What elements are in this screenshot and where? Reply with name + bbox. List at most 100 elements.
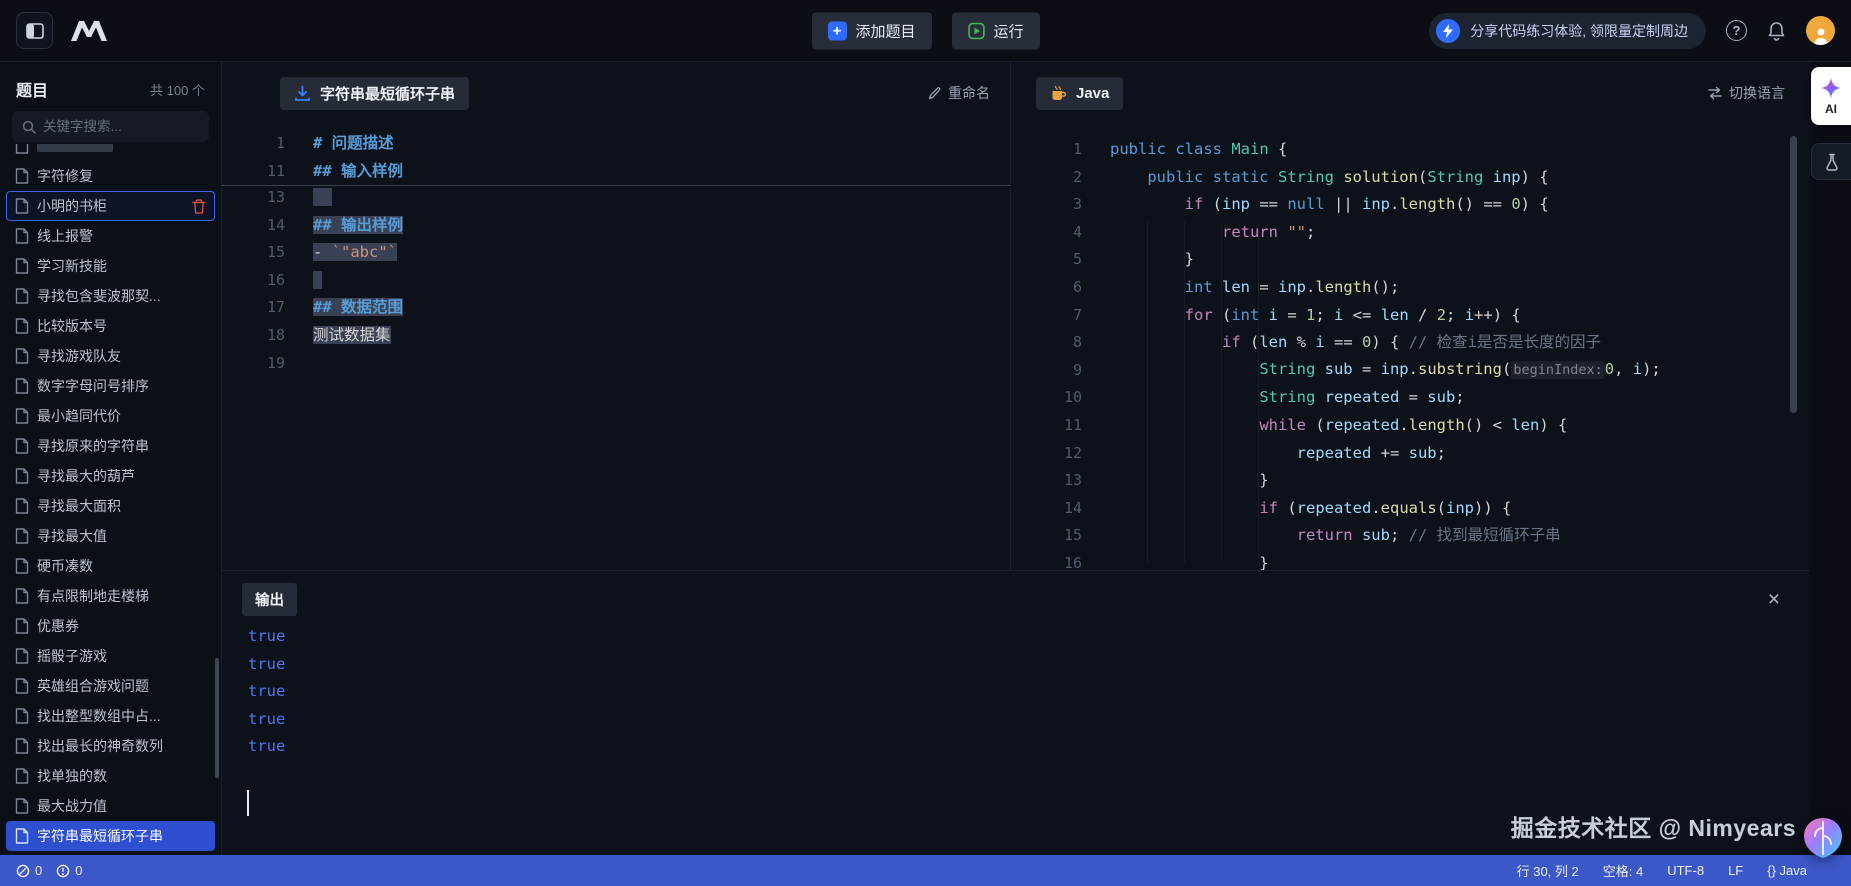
- run-label: 运行: [994, 20, 1024, 41]
- assistant-float-icon[interactable]: [1799, 814, 1847, 862]
- app-logo: [69, 19, 109, 43]
- code-panel: Java 切换语言 1public class Main {2 public s…: [1010, 62, 1810, 570]
- code-line[interactable]: 14 if (repeated.equals(inp)) {: [1036, 495, 1810, 523]
- code-line[interactable]: 18测试数据集: [239, 322, 1010, 350]
- list-item[interactable]: 字符修复: [6, 161, 215, 191]
- list-item[interactable]: 最小趋同代价: [6, 401, 215, 431]
- code-line-text: }: [1110, 246, 1194, 274]
- list-item[interactable]: 寻找最大的葫芦: [6, 461, 215, 491]
- add-problem-button[interactable]: + 添加题目: [811, 12, 931, 49]
- lab-button[interactable]: [1811, 143, 1851, 180]
- code-line[interactable]: 17## 数据范围: [239, 294, 1010, 322]
- code-line[interactable]: 7 for (int i = 1; i <= len / 2; i++) {: [1036, 302, 1810, 330]
- search-box[interactable]: [12, 111, 209, 142]
- code-line[interactable]: 11 while (repeated.length() < len) {: [1036, 412, 1810, 440]
- code-line[interactable]: 9 String sub = inp.substring(beginIndex:…: [1036, 357, 1810, 385]
- avatar[interactable]: [1806, 16, 1835, 45]
- ai-assistant-button[interactable]: AI: [1811, 67, 1851, 125]
- code-line[interactable]: 16: [239, 267, 1010, 295]
- eol-setting[interactable]: LF: [1728, 863, 1743, 878]
- list-item[interactable]: 摇骰子游戏: [6, 641, 215, 671]
- document-icon: [15, 168, 29, 184]
- document-icon: [15, 828, 29, 844]
- code-line-text: while (repeated.length() < len) {: [1110, 412, 1567, 440]
- code-line[interactable]: 6 int len = inp.length();: [1036, 274, 1810, 302]
- list-item[interactable]: 英雄组合游戏问题: [6, 671, 215, 701]
- sidebar-title: 题目: [16, 77, 48, 101]
- list-item[interactable]: 寻找原来的字符串: [6, 431, 215, 461]
- language-mode[interactable]: {} Java: [1767, 863, 1807, 878]
- code-line[interactable]: 13: [239, 184, 1010, 212]
- editor-scrollbar[interactable]: [1790, 136, 1797, 413]
- output-console[interactable]: truetruetruetruetrue: [248, 623, 285, 761]
- list-item[interactable]: 找单独的数: [6, 761, 215, 791]
- code-line[interactable]: 15 return sub; // 找到最短循环子串: [1036, 522, 1810, 550]
- list-item[interactable]: 字符串最短循环子串: [6, 821, 215, 851]
- code-line[interactable]: 15- `"abc"`: [239, 239, 1010, 267]
- cursor-position[interactable]: 行 30, 列 2: [1517, 861, 1579, 880]
- indent-setting[interactable]: 空格: 4: [1603, 861, 1643, 880]
- markdown-editor[interactable]: 13 14## 输出样例15- `"abc"`16 17## 数据范围18测试数…: [222, 184, 1010, 377]
- encoding[interactable]: UTF-8: [1667, 863, 1704, 878]
- list-item[interactable]: 最大战力值: [6, 791, 215, 821]
- list-item[interactable]: 线上报警: [6, 221, 215, 251]
- download-icon[interactable]: [294, 85, 311, 102]
- sidebar-toggle-button[interactable]: [16, 12, 53, 49]
- switch-language-button[interactable]: 切换语言: [1707, 83, 1785, 103]
- language-badge[interactable]: Java: [1036, 77, 1123, 110]
- delete-icon[interactable]: [192, 199, 206, 214]
- list-item[interactable]: 小明的书柜: [6, 191, 215, 221]
- list-item[interactable]: 寻找游戏队友: [6, 341, 215, 371]
- code-line[interactable]: 16 }: [1036, 550, 1810, 570]
- line-number: 7: [1036, 302, 1082, 330]
- code-line-text: [313, 184, 332, 212]
- code-line[interactable]: 1public class Main {: [1036, 136, 1810, 164]
- error-indicator[interactable]: 0: [16, 863, 42, 878]
- code-line[interactable]: 11## 输入样例: [239, 158, 1010, 186]
- code-line[interactable]: 13 }: [1036, 467, 1810, 495]
- topbar-right: 分享代码练习体验, 领限量定制周边 ?: [1429, 13, 1835, 49]
- status-bar-left: 0 0: [0, 863, 82, 878]
- code-line[interactable]: 8 if (len % i == 0) { // 检查i是否是长度的因子: [1036, 329, 1810, 357]
- code-line-text: }: [1110, 467, 1269, 495]
- list-item[interactable]: 学习新技能: [6, 251, 215, 281]
- list-item[interactable]: 比较版本号: [6, 311, 215, 341]
- list-item[interactable]: 找出最长的神奇数列: [6, 731, 215, 761]
- list-item[interactable]: 寻找最大值: [6, 521, 215, 551]
- pencil-icon: [928, 86, 942, 100]
- switch-language-label: 切换语言: [1729, 83, 1785, 103]
- code-line[interactable]: 10 String repeated = sub;: [1036, 384, 1810, 412]
- list-item[interactable]: 硬币凑数: [6, 551, 215, 581]
- list-item[interactable]: [6, 144, 215, 161]
- list-item[interactable]: 寻找最大面积: [6, 491, 215, 521]
- search-input[interactable]: [43, 119, 199, 134]
- notifications-icon[interactable]: [1767, 21, 1786, 41]
- list-item[interactable]: 有点限制地走楼梯: [6, 581, 215, 611]
- problem-list: 字符修复 小明的书柜 线上报警: [0, 144, 221, 851]
- code-line[interactable]: 12 repeated += sub;: [1036, 440, 1810, 468]
- code-line[interactable]: 4 return "";: [1036, 219, 1810, 247]
- list-item-label: 线上报警: [37, 226, 206, 246]
- code-line[interactable]: 2 public static String solution(String i…: [1036, 164, 1810, 192]
- list-item[interactable]: 优惠券: [6, 611, 215, 641]
- warning-indicator[interactable]: 0: [56, 863, 82, 878]
- list-item[interactable]: 寻找包含斐波那契...: [6, 281, 215, 311]
- sidebar-scrollbar[interactable]: [215, 658, 219, 778]
- list-item-label: 最大战力值: [37, 796, 206, 816]
- list-item[interactable]: 找出整型数组中占...: [6, 701, 215, 731]
- code-line[interactable]: 14## 输出样例: [239, 212, 1010, 240]
- help-icon[interactable]: ?: [1726, 20, 1747, 41]
- code-line[interactable]: 3 if (inp == null || inp.length() == 0) …: [1036, 191, 1810, 219]
- code-line[interactable]: 5 }: [1036, 246, 1810, 274]
- list-item[interactable]: 数字字母问号排序: [6, 371, 215, 401]
- close-icon[interactable]: ×: [1768, 589, 1780, 610]
- rename-button[interactable]: 重命名: [928, 83, 990, 103]
- document-icon: [15, 378, 29, 394]
- list-item-label: 优惠券: [37, 616, 206, 636]
- output-tab[interactable]: 输出: [242, 583, 297, 616]
- promo-banner[interactable]: 分享代码练习体验, 领限量定制周边: [1429, 13, 1706, 49]
- code-line[interactable]: 1# 问题描述: [239, 130, 1010, 158]
- run-button[interactable]: 运行: [952, 12, 1040, 49]
- code-line[interactable]: 19: [239, 350, 1010, 378]
- code-editor[interactable]: 1public class Main {2 public static Stri…: [1011, 136, 1810, 570]
